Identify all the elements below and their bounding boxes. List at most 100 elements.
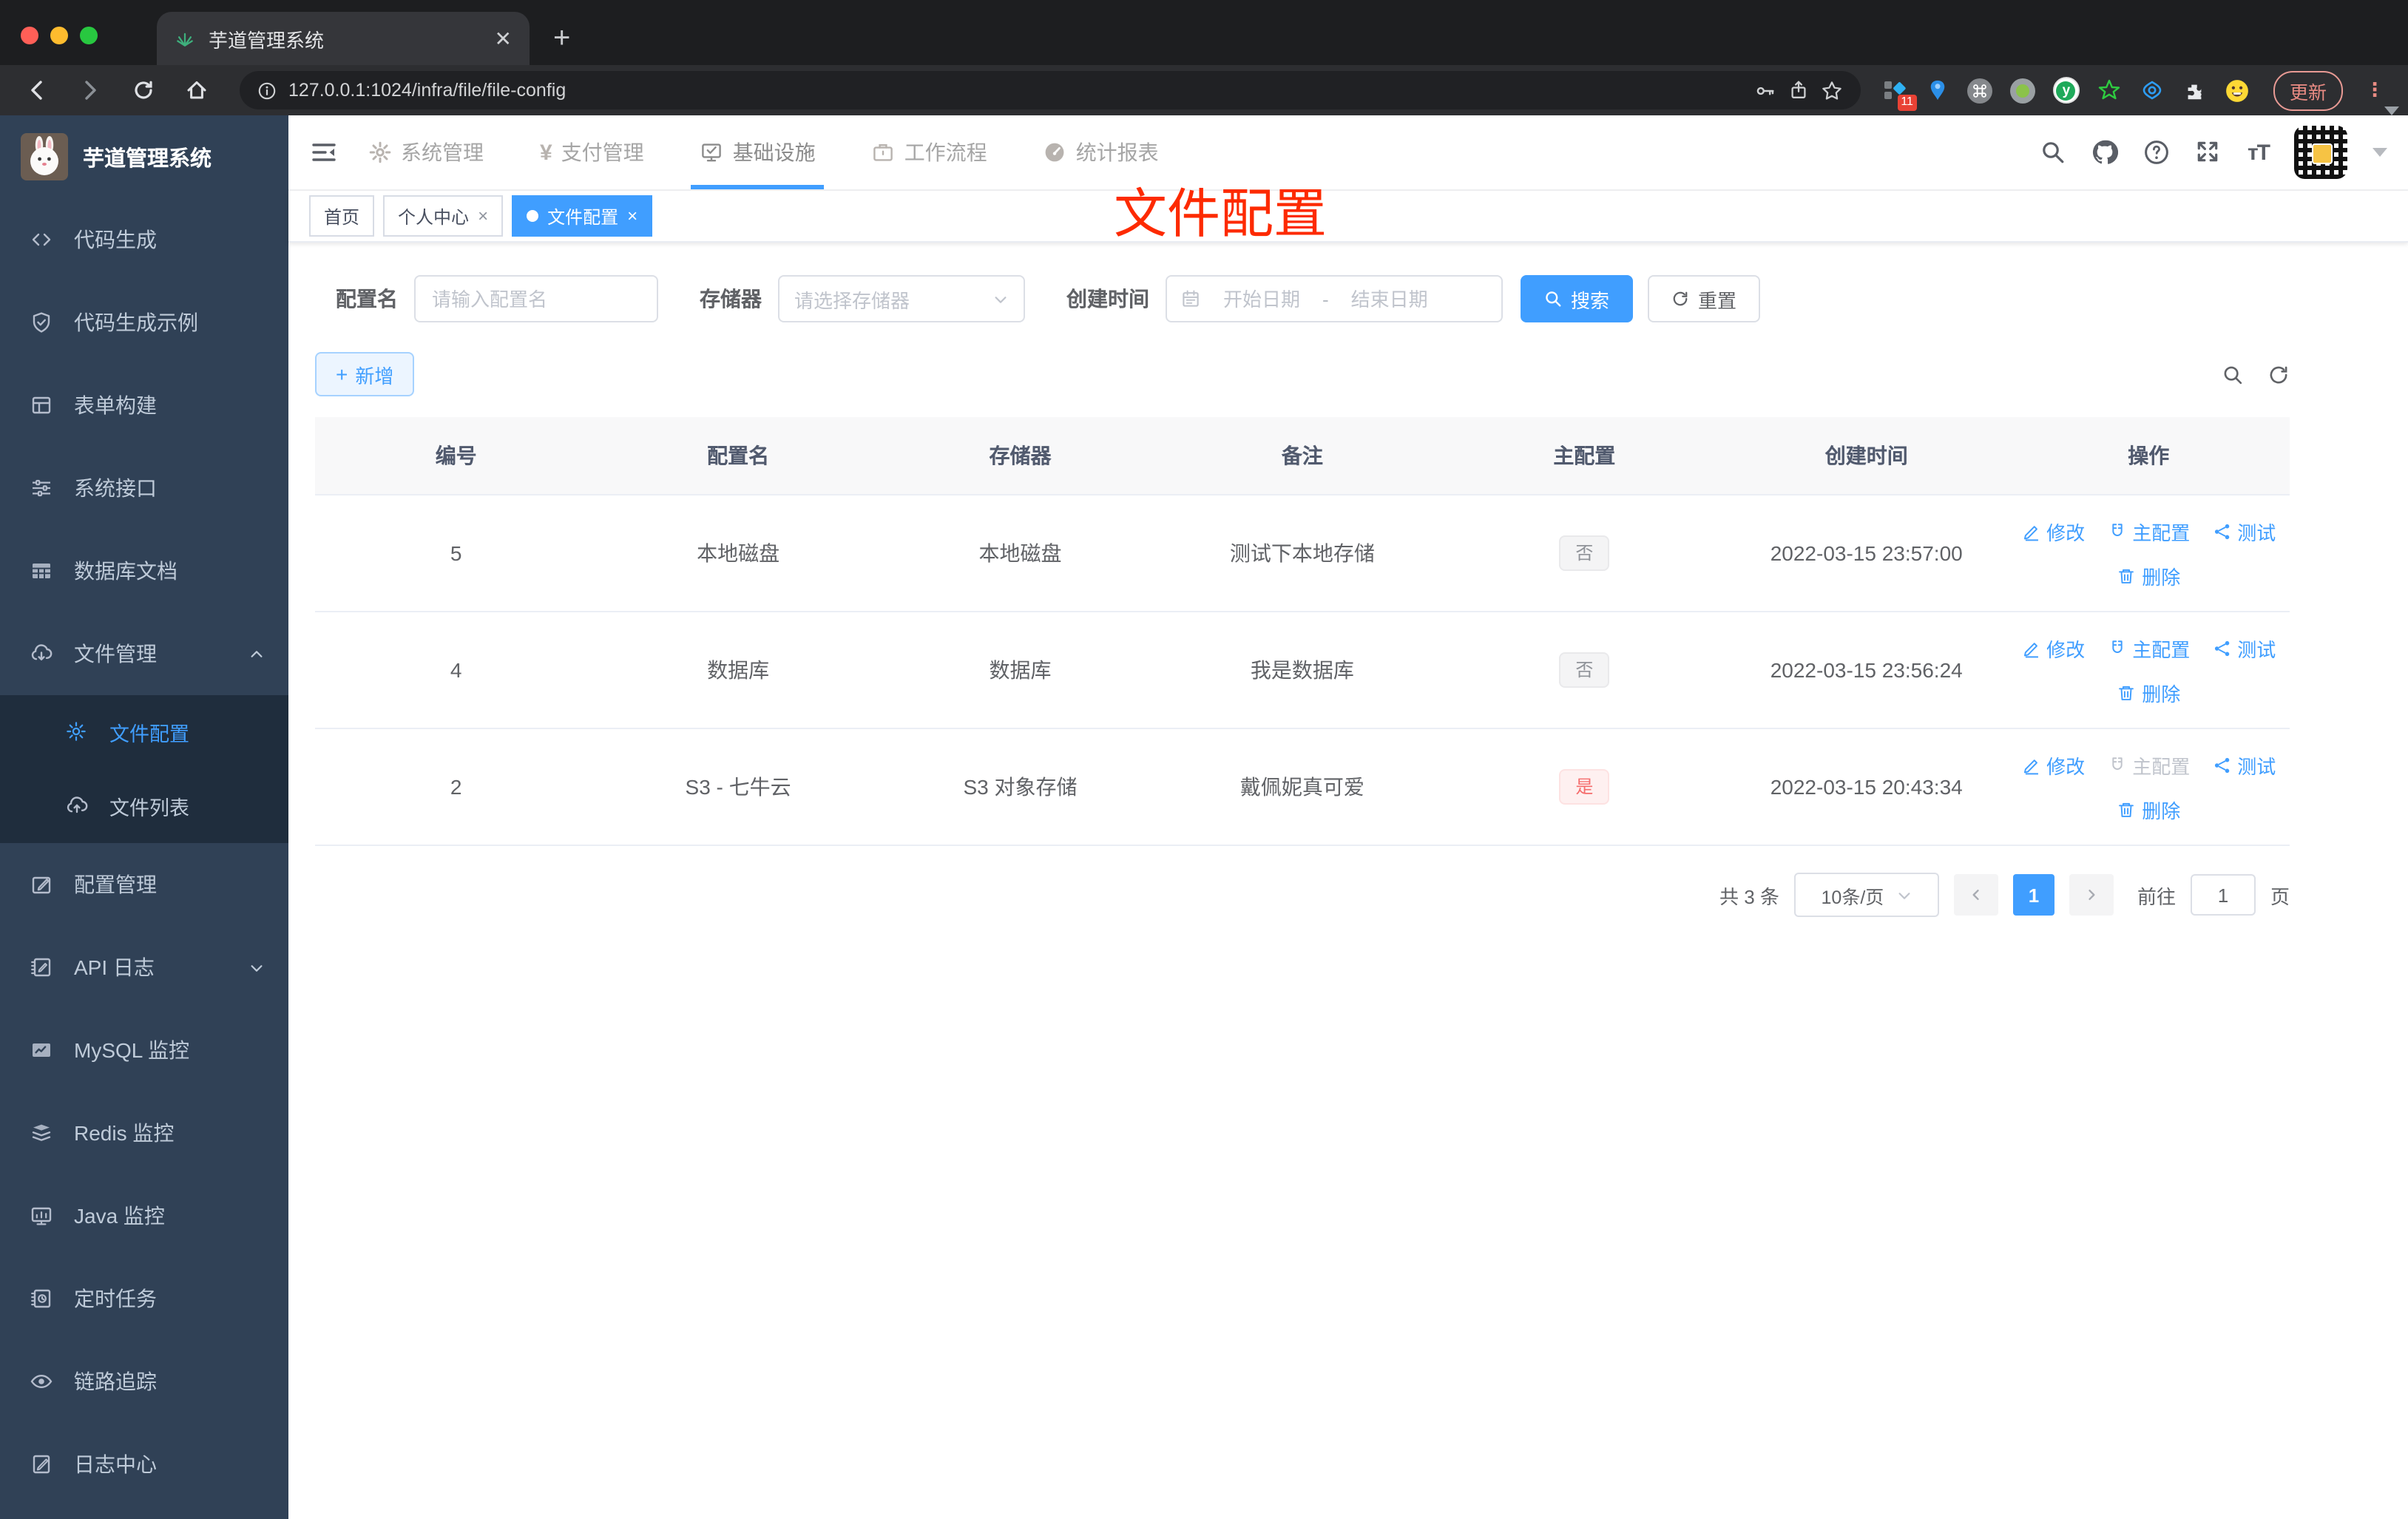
delete-label: 删除 [2142, 566, 2181, 588]
help-icon[interactable] [2144, 139, 2171, 166]
sidebar-item-code-generation[interactable]: 代码生成 [0, 198, 288, 281]
ext-diamond-icon[interactable]: 11 [1881, 77, 1917, 111]
sidebar-item-log-center[interactable]: 日志中心 [0, 1423, 288, 1506]
topnav-label: 工作流程 [904, 141, 987, 164]
table-search-icon[interactable] [2222, 363, 2244, 385]
ext-emoji-icon[interactable] [2225, 77, 2251, 104]
sidebar-logo-row[interactable]: 芋道管理系统 [0, 115, 288, 198]
test-label: 测试 [2237, 638, 2276, 660]
master-link[interactable]: 主配置 [2107, 634, 2190, 662]
test-link[interactable]: 测试 [2212, 634, 2276, 662]
start-date-input[interactable] [1207, 286, 1316, 311]
ext-star-icon[interactable] [2096, 77, 2123, 104]
edit-link[interactable]: 修改 [2021, 517, 2085, 545]
browser-tab[interactable]: 芋道管理系统 ✕ [157, 12, 530, 65]
search-button[interactable]: 搜索 [1521, 275, 1634, 322]
tag-profile[interactable]: 个人中心 × [383, 195, 504, 237]
browser-menu-icon[interactable]: ⋮ [2365, 78, 2384, 102]
tab-close-icon[interactable]: ✕ [495, 28, 512, 49]
user-caret-icon[interactable] [2373, 148, 2387, 157]
bookmark-star-icon[interactable] [1821, 79, 1843, 101]
add-button[interactable]: + 新增 [315, 352, 415, 396]
toolbar-caret-icon[interactable] [2384, 106, 2399, 115]
storage-select[interactable]: 请选择存储器 [778, 275, 1025, 322]
page-content: 配置名 存储器 请选择存储器 创建时间 - [288, 243, 2408, 917]
forward-icon[interactable] [68, 71, 112, 109]
next-page-button[interactable] [2069, 874, 2114, 916]
prev-page-button[interactable] [1953, 874, 1998, 916]
ext-y-icon[interactable]: y [2052, 77, 2080, 104]
browser-update-button[interactable]: 更新 [2273, 70, 2343, 110]
github-icon[interactable] [2092, 139, 2119, 166]
tag-close-icon[interactable]: × [478, 206, 488, 226]
window-close-button[interactable] [21, 27, 38, 44]
delete-link[interactable]: 删除 [2117, 561, 2180, 589]
master-badge: 是 [1559, 769, 1610, 805]
edit-link[interactable]: 修改 [2021, 751, 2085, 779]
tags-view: 首页 个人中心 × 文件配置 × [288, 191, 2408, 243]
fullscreen-icon[interactable] [2196, 139, 2222, 166]
test-link[interactable]: 测试 [2212, 751, 2276, 779]
topnav-payment-management[interactable]: ¥ 支付管理 [540, 115, 644, 189]
ext-puzzle-icon[interactable] [2182, 77, 2208, 104]
cell-storage: S3 对象存储 [879, 728, 1162, 846]
end-date-input[interactable] [1334, 286, 1444, 311]
sidebar-item-mysql-monitor[interactable]: MySQL 监控 [0, 1009, 288, 1092]
goto-page-input[interactable] [2190, 874, 2256, 916]
sidebar-item-file-list[interactable]: 文件列表 [0, 769, 288, 843]
ext-command-icon[interactable] [1967, 77, 1994, 104]
col-actions: 操作 [2007, 417, 2290, 495]
tag-home[interactable]: 首页 [309, 195, 375, 237]
ext-green-dot-icon[interactable] [2010, 77, 2037, 104]
window-zoom-button[interactable] [80, 27, 98, 44]
sidebar-item-java-monitor[interactable]: Java 监控 [0, 1174, 288, 1257]
date-range-picker[interactable]: - [1166, 275, 1503, 322]
ext-pin-icon[interactable] [1924, 77, 1951, 104]
browser-toolbar: 127.0.0.1:1024/infra/file/file-config 11 [0, 65, 2408, 115]
page-size-select[interactable]: 10条/页 [1793, 873, 1939, 917]
topnav-workflow[interactable]: 工作流程 [872, 115, 987, 189]
delete-link[interactable]: 删除 [2117, 678, 2180, 706]
table-refresh-icon[interactable] [2267, 363, 2290, 385]
font-size-icon[interactable]: тT [2248, 140, 2270, 165]
delete-link[interactable]: 删除 [2117, 795, 2180, 823]
sidebar-item-db-doc[interactable]: 数据库文档 [0, 530, 288, 612]
address-bar[interactable]: 127.0.0.1:1024/infra/file/file-config [240, 71, 1861, 109]
search-icon[interactable] [2040, 139, 2067, 166]
sidebar-item-scheduled-tasks[interactable]: 定时任务 [0, 1257, 288, 1340]
home-icon[interactable] [175, 71, 219, 109]
yen-icon: ¥ [540, 141, 552, 166]
sidebar-item-file-management[interactable]: 文件管理 [0, 612, 288, 695]
browser-tab-title: 芋道管理系统 [209, 29, 325, 51]
tag-file-config[interactable]: 文件配置 × [512, 195, 653, 237]
sidebar-item-system-api[interactable]: 系统接口 [0, 447, 288, 530]
sidebar-item-redis-monitor[interactable]: Redis 监控 [0, 1092, 288, 1174]
sidebar-item-tracing[interactable]: 链路追踪 [0, 1340, 288, 1423]
topnav-reports[interactable]: 统计报表 [1044, 115, 1159, 189]
user-avatar[interactable] [2294, 126, 2347, 179]
sidebar-item-config-management[interactable]: 配置管理 [0, 843, 288, 926]
config-name-input[interactable] [414, 275, 658, 322]
edit-link[interactable]: 修改 [2021, 634, 2085, 662]
password-key-icon[interactable] [1754, 79, 1776, 101]
back-icon[interactable] [15, 71, 59, 109]
sidebar-collapse-icon[interactable] [309, 138, 339, 167]
topnav-system-management[interactable]: 系统管理 [368, 115, 484, 189]
current-page-button[interactable]: 1 [2012, 874, 2054, 916]
test-link[interactable]: 测试 [2212, 517, 2276, 545]
share-icon[interactable] [1788, 80, 1809, 101]
site-info-icon[interactable] [257, 81, 277, 100]
topnav-infrastructure[interactable]: 基础设施 [691, 115, 825, 189]
master-badge: 否 [1559, 652, 1610, 688]
window-minimize-button[interactable] [50, 27, 68, 44]
master-link[interactable]: 主配置 [2107, 517, 2190, 545]
reset-button[interactable]: 重置 [1648, 275, 1761, 322]
reload-icon[interactable] [121, 71, 166, 109]
sidebar-item-api-log[interactable]: API 日志 [0, 926, 288, 1009]
sidebar-item-code-gen-example[interactable]: 代码生成示例 [0, 281, 288, 364]
sidebar-item-form-builder[interactable]: 表单构建 [0, 364, 288, 447]
new-tab-button[interactable]: + [553, 24, 570, 53]
sidebar-item-file-config[interactable]: 文件配置 [0, 695, 288, 769]
ext-eye-icon[interactable] [2139, 77, 2165, 104]
tag-close-icon[interactable]: × [627, 206, 637, 226]
